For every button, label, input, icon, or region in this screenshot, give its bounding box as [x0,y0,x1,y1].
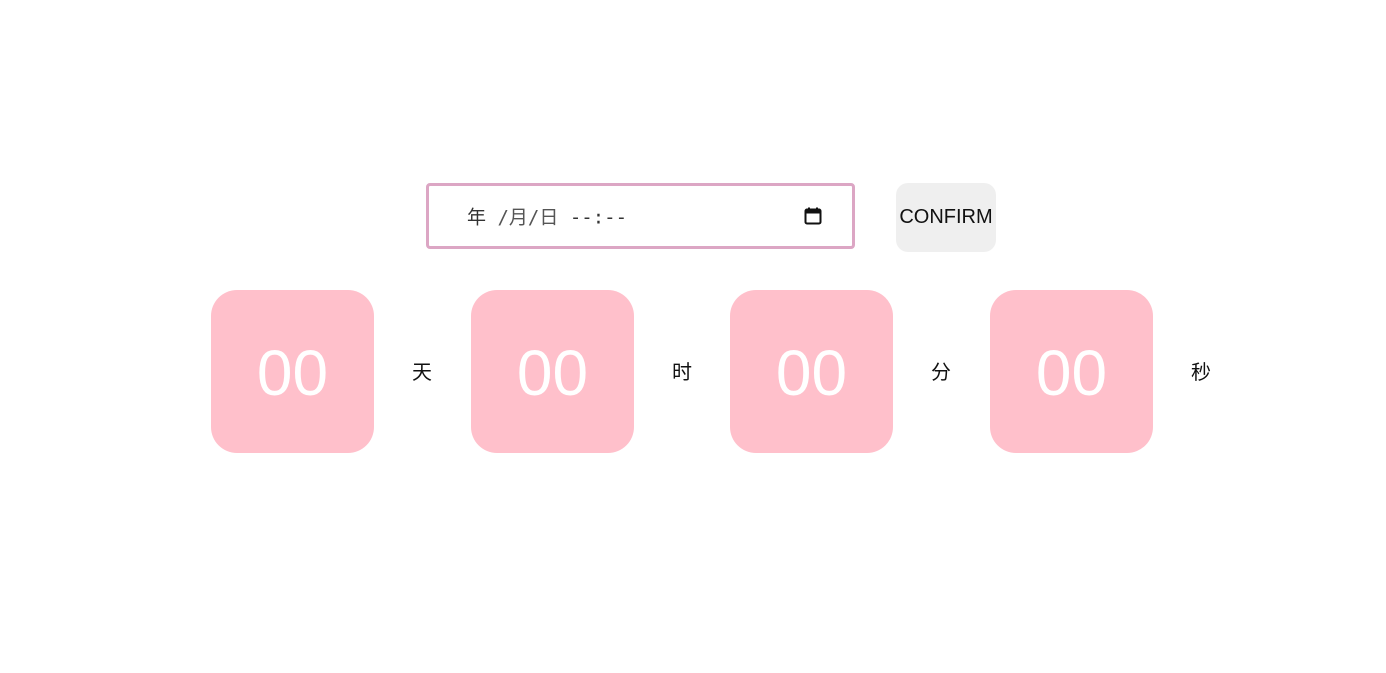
seconds-unit-label: 秒 [1191,360,1211,384]
days-unit-label: 天 [412,360,432,384]
time-placeholder: --:-- [569,206,628,229]
minutes-tile: 00 [730,290,893,453]
year-placeholder: 年 [467,206,487,229]
calendar-icon[interactable] [804,207,822,225]
minutes-unit-label: 分 [931,360,951,384]
days-tile: 00 [211,290,374,453]
datetime-placeholder[interactable]: 年 /月/日 --:-- [467,203,627,230]
hours-unit-label: 时 [672,360,692,384]
page: 年 /月/日 --:-- CONFIRM 00 天 00 时 00 分 00 秒 [0,0,1386,673]
seconds-tile: 00 [990,290,1153,453]
month-placeholder: /月 [497,206,528,229]
hours-tile: 00 [471,290,634,453]
confirm-button[interactable]: CONFIRM [896,183,996,252]
day-placeholder: /日 [527,206,559,229]
datetime-input[interactable]: 年 /月/日 --:-- [426,183,855,249]
